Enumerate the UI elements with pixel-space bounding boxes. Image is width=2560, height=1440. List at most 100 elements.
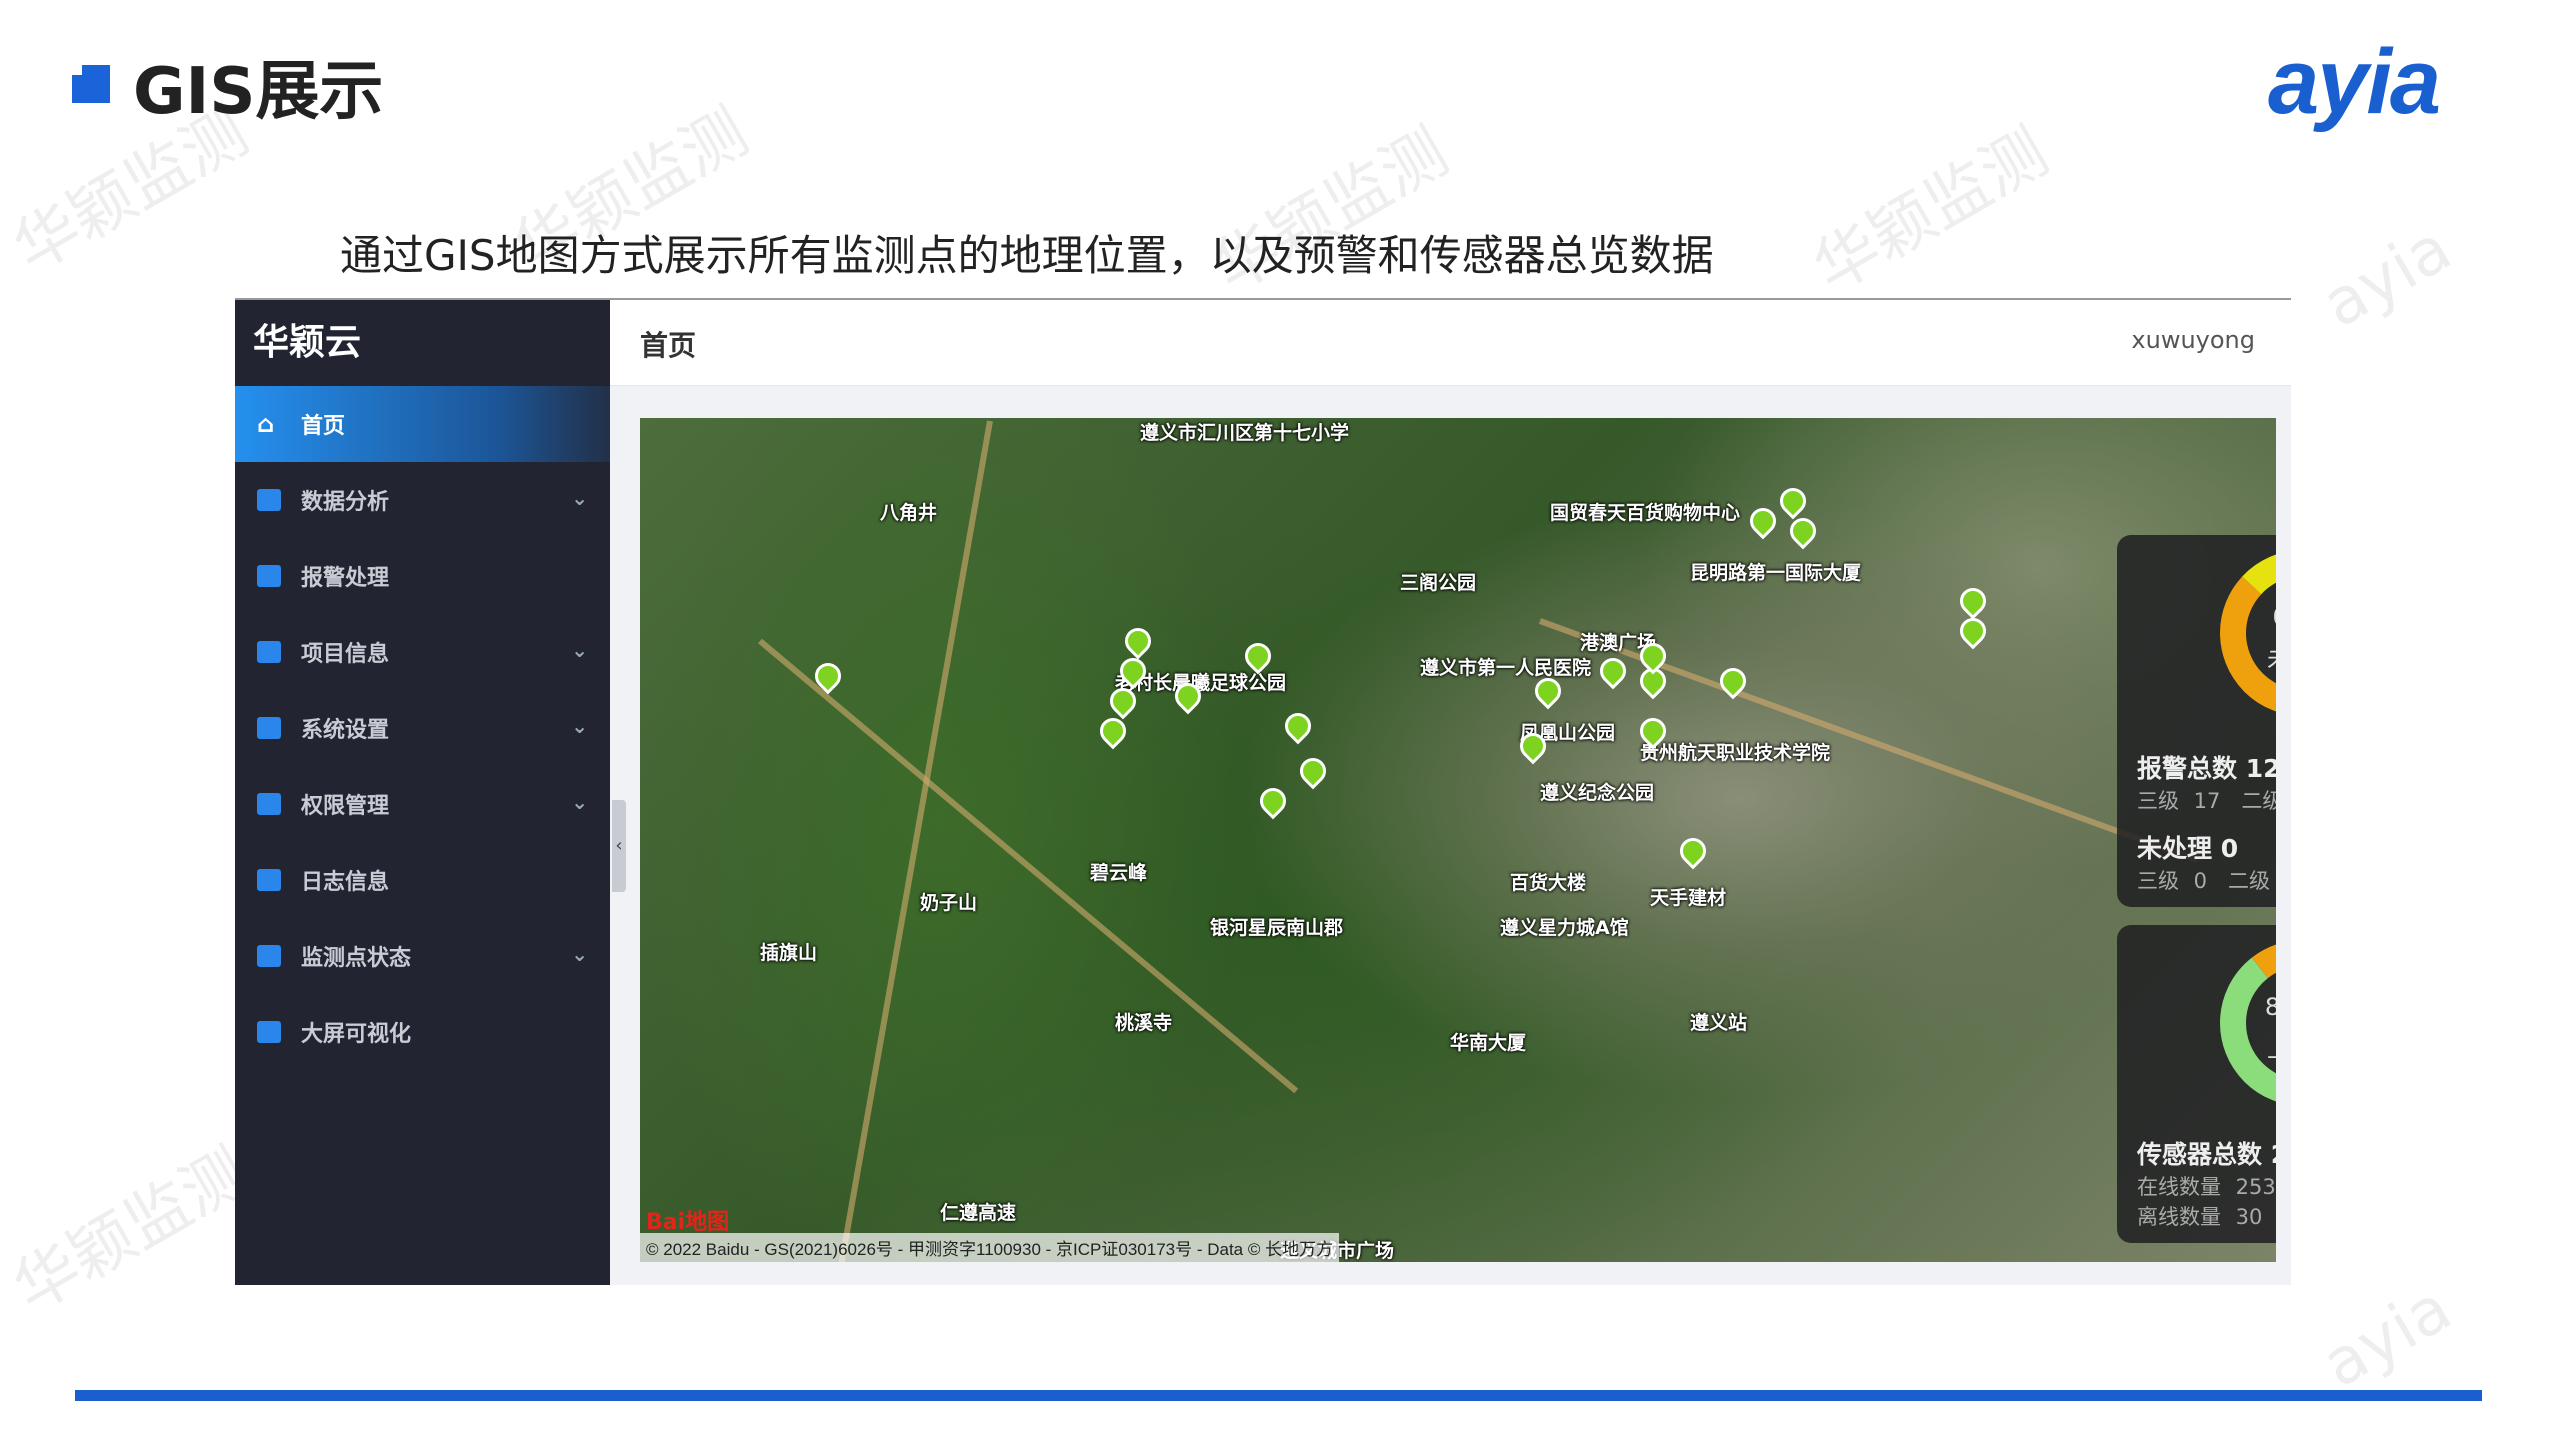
monitoring-point-marker[interactable] <box>1255 783 1292 820</box>
map-label[interactable]: 八角井 <box>880 498 937 525</box>
sensor-offline: 离线数量 30 <box>2137 1201 2262 1231</box>
alarm-icon <box>257 565 281 587</box>
sidebar: 华颖云 ⌂ 首页数据分析 ⌄ 报警处理项目信息 ⌄ 系统设置 ⌄ 权限管理 ⌄ 日志信息监测点状态… <box>235 300 610 1285</box>
map-label[interactable]: 遵义星力城A馆 <box>1500 913 1629 940</box>
map-attribution: © 2022 Baidu - GS(2021)6026号 - 甲测资字11009… <box>640 1233 1339 1262</box>
slide-title: GIS展示 <box>133 40 383 132</box>
sidebar-item-8[interactable]: 大屏可视化 <box>235 994 610 1070</box>
sensor-panel: 89.4% 上报率 传感器总数 283 在线数量 253 离线数量 30 <box>2117 925 2276 1243</box>
alarm-total-label: 报警总数 <box>2137 754 2237 783</box>
monitoring-point-marker[interactable] <box>1955 613 1992 650</box>
sidebar-item-label: 监测点状态 <box>301 940 411 972</box>
sidebar-item-6[interactable]: 日志信息 <box>235 842 610 918</box>
monitoring-point-marker[interactable] <box>1745 503 1782 540</box>
app-window: 华颖云 ⌂ 首页数据分析 ⌄ 报警处理项目信息 ⌄ 系统设置 ⌄ 权限管理 ⌄ 日志信息监测点状态… <box>235 300 2291 1285</box>
sidebar-item-label: 日志信息 <box>301 864 389 896</box>
chevron-down-icon: ⌄ <box>571 790 588 814</box>
sidebar-item-4[interactable]: 系统设置 ⌄ <box>235 690 610 766</box>
breadcrumb: 首页 <box>640 324 696 364</box>
baidu-logo: Bai地图 <box>646 1204 729 1236</box>
map-label[interactable]: 银河星辰南山郡 <box>1210 913 1343 940</box>
title-marker <box>72 65 110 103</box>
alarm-levels: 三级 17 二级 89 一级 16 <box>2137 785 2276 815</box>
map-label[interactable]: 插旗山 <box>760 938 817 965</box>
monitoring-point-marker[interactable] <box>1280 708 1317 745</box>
sensor-total-label: 传感器总数 <box>2137 1140 2262 1169</box>
alarm-percent: 0.0% <box>2217 603 2276 631</box>
monitoring-point-marker[interactable] <box>1675 833 1712 870</box>
footer-line <box>75 1390 2482 1401</box>
pie-icon <box>257 1021 281 1043</box>
map-label[interactable]: 遵义市汇川区第十七小学 <box>1140 418 1349 445</box>
brand: 华颖云 <box>235 300 610 386</box>
sensor-online: 在线数量 253 <box>2137 1171 2276 1201</box>
sidebar-item-7[interactable]: 监测点状态 ⌄ <box>235 918 610 994</box>
chevron-down-icon: ⌄ <box>571 942 588 966</box>
settings-icon <box>257 717 281 739</box>
watermark: ayia <box>2310 211 2463 342</box>
sidebar-item-label: 报警处理 <box>301 560 389 592</box>
map-label[interactable]: 碧云峰 <box>1090 858 1147 885</box>
monitoring-point-marker[interactable] <box>1095 713 1132 750</box>
monitoring-point-marker[interactable] <box>1785 513 1822 550</box>
chevron-down-icon: ⌄ <box>571 714 588 738</box>
pending-label: 未处理 <box>2137 834 2212 863</box>
alarm-percent-label: 未处理 <box>2217 639 2276 674</box>
monitoring-point-marker[interactable] <box>1120 623 1157 660</box>
chevron-down-icon: ⌄ <box>571 638 588 662</box>
map-label[interactable]: 遵义纪念公园 <box>1540 778 1654 805</box>
slide-subtitle: 通过GIS地图方式展示所有监测点的地理位置，以及预警和传感器总览数据 <box>340 222 1714 283</box>
sensor-percent: 89.4% <box>2217 993 2276 1021</box>
watermark: 华颖监测 <box>0 1122 262 1330</box>
shield-icon <box>257 793 281 815</box>
map-label[interactable]: 华南大厦 <box>1450 1028 1526 1055</box>
pending-total: 0 <box>2221 834 2238 863</box>
watermark: 华颖监测 <box>1794 102 2062 310</box>
monitoring-point-marker[interactable] <box>1295 753 1332 790</box>
sidebar-item-label: 大屏可视化 <box>301 1016 411 1048</box>
map-label[interactable]: 遵义站 <box>1690 1008 1747 1035</box>
home-icon: ⌂ <box>257 413 281 435</box>
sidebar-item-label: 权限管理 <box>301 788 389 820</box>
alarm-total: 122 <box>2246 754 2276 783</box>
map-label[interactable]: 天手建材 <box>1650 883 1726 910</box>
sensor-donut <box>2217 937 2276 1109</box>
sidebar-item-5[interactable]: 权限管理 ⌄ <box>235 766 610 842</box>
sensor-total: 283 <box>2271 1140 2276 1169</box>
sidebar-item-3[interactable]: 项目信息 ⌄ <box>235 614 610 690</box>
status-icon <box>257 945 281 967</box>
chart-icon <box>257 489 281 511</box>
monitoring-point-marker[interactable] <box>1595 653 1632 690</box>
map-label[interactable]: 贵州航天职业技术学院 <box>1640 738 1830 765</box>
map-label[interactable]: 奶子山 <box>920 888 977 915</box>
pending-levels: 三级 0 二级 0 一级 0 <box>2137 865 2276 895</box>
sensor-percent-label: 上报率 <box>2217 1029 2276 1064</box>
sidebar-item-label: 系统设置 <box>301 712 389 744</box>
user-name[interactable]: xuwuyong <box>2131 326 2255 354</box>
sidebar-item-1[interactable]: 数据分析 ⌄ <box>235 462 610 538</box>
logo: ayia <box>2268 30 2439 135</box>
watermark: ayia <box>2310 1271 2463 1402</box>
collapse-sidebar-button[interactable]: ‹ <box>612 800 626 892</box>
log-icon <box>257 869 281 891</box>
sidebar-item-label: 项目信息 <box>301 636 389 668</box>
sidebar-item-label: 首页 <box>301 408 345 440</box>
monitoring-point-marker[interactable] <box>1775 483 1812 520</box>
alarm-panel: 0.0% 未处理 报警总数 122 三级 17 二级 89 一级 16 未处理 … <box>2117 535 2276 907</box>
gis-map[interactable]: 遵义市汇川区第十七小学八角井国贸春天百货购物中心三阁公园昆明路第一国际大厦港澳广… <box>640 418 2276 1262</box>
map-label[interactable]: 国贸春天百货购物中心 <box>1550 498 1740 525</box>
map-label[interactable]: 三阁公园 <box>1400 568 1476 595</box>
chevron-down-icon: ⌄ <box>571 486 588 510</box>
header: 首页 xuwuyong <box>610 300 2291 386</box>
map-label[interactable]: 桃溪寺 <box>1115 1008 1172 1035</box>
sidebar-item-0[interactable]: ⌂ 首页 <box>235 386 610 462</box>
map-label[interactable]: 遵义市第一人民医院 <box>1420 653 1591 680</box>
monitoring-point-marker[interactable] <box>1955 583 1992 620</box>
map-label[interactable]: 昆明路第一国际大厦 <box>1690 558 1861 585</box>
sidebar-item-2[interactable]: 报警处理 <box>235 538 610 614</box>
monitor-icon <box>257 641 281 663</box>
sidebar-item-label: 数据分析 <box>301 484 389 516</box>
alarm-donut <box>2217 547 2276 719</box>
map-label[interactable]: 百货大楼 <box>1510 868 1586 895</box>
map-label[interactable]: 仁遵高速 <box>940 1198 1016 1225</box>
